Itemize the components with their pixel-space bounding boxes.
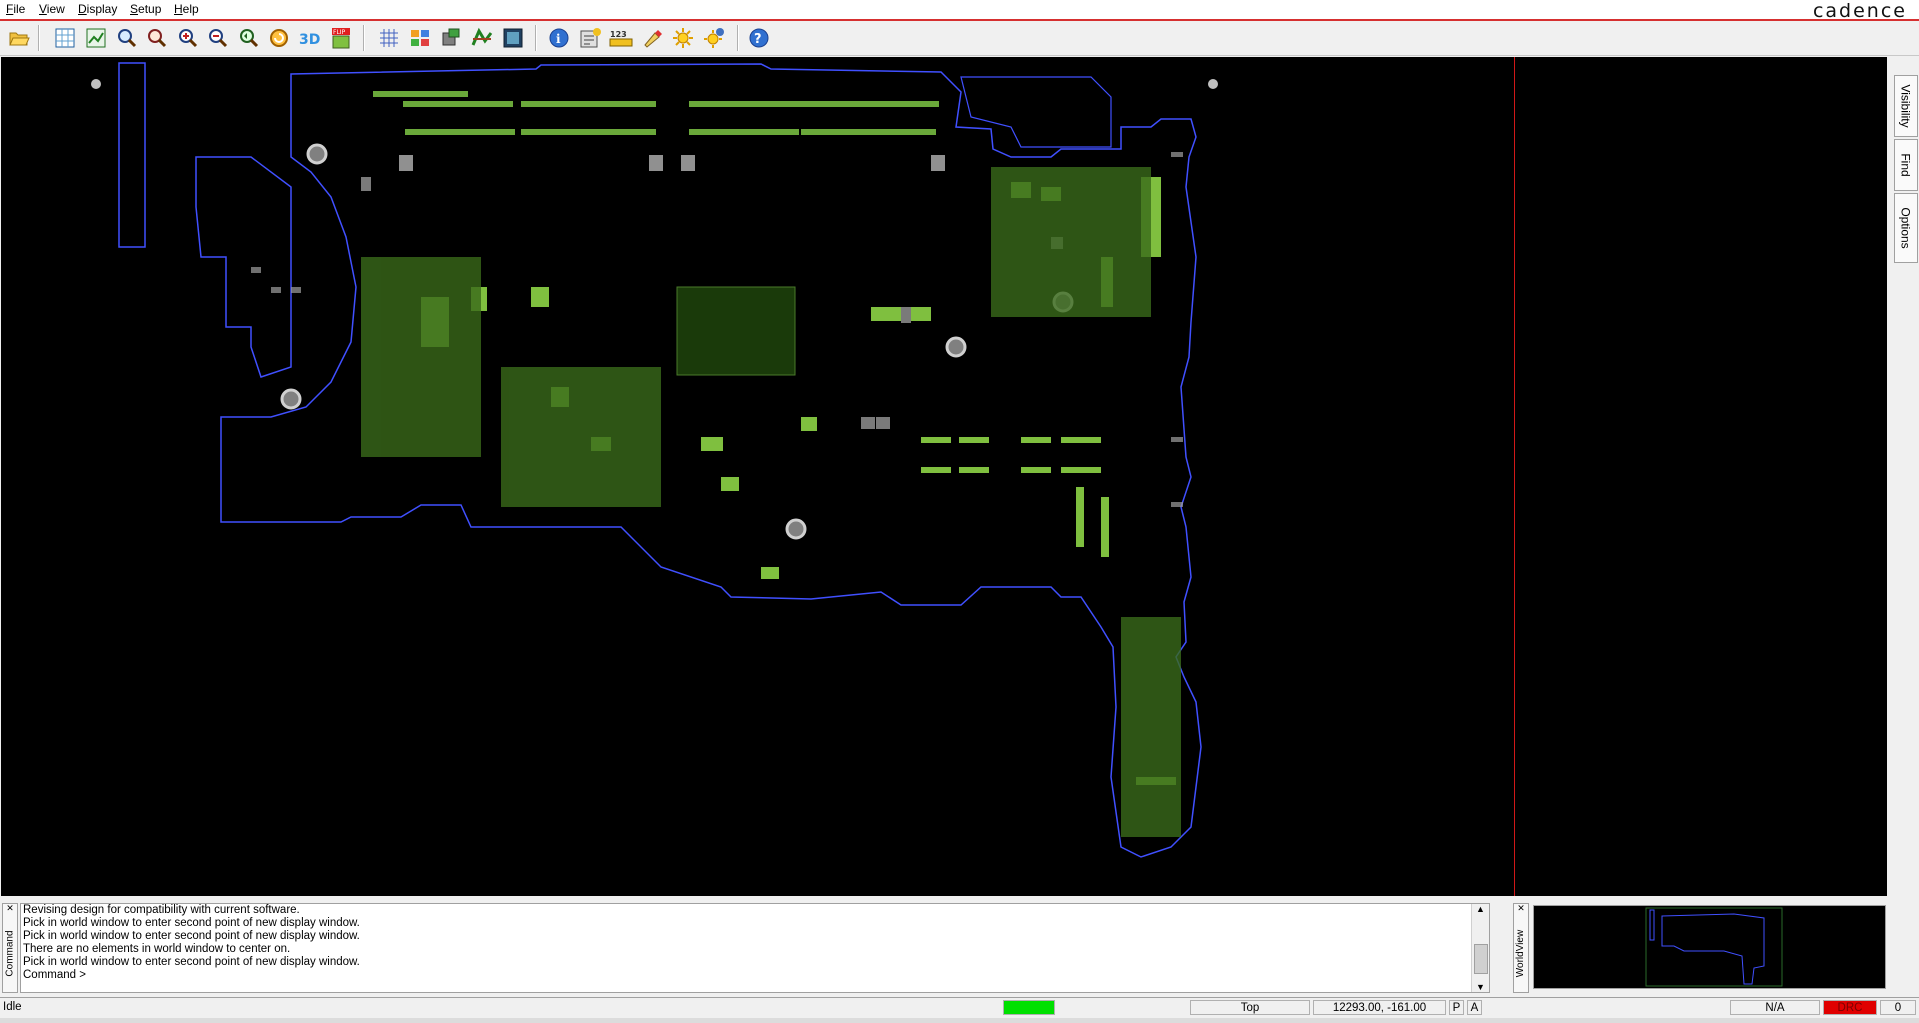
- close-icon[interactable]: ✕: [1514, 904, 1528, 913]
- command-dock-handle[interactable]: ✕ Command: [2, 903, 18, 993]
- status-p-toggle[interactable]: P: [1449, 1000, 1464, 1015]
- zoom-previous-icon[interactable]: [236, 25, 262, 51]
- info-icon[interactable]: i: [546, 25, 572, 51]
- cadence-logo: cadence: [1812, 0, 1907, 22]
- design-canvas[interactable]: [1, 57, 1887, 896]
- status-bar: Idle Top 12293.00, -161.00 P A N/A DRC 0: [0, 997, 1919, 1018]
- nets-icon[interactable]: [469, 25, 495, 51]
- svg-text:FLIP: FLIP: [333, 29, 346, 36]
- status-layer: Top: [1190, 1000, 1310, 1015]
- side-panel-tabs: Visibility Find Options: [1890, 57, 1919, 896]
- menu-view[interactable]: View: [39, 2, 65, 16]
- status-indicator: [1003, 1000, 1055, 1015]
- layers-icon[interactable]: [407, 25, 433, 51]
- worldview-thumbnail: [1645, 907, 1783, 987]
- command-panel: ✕ Command Revising design for compatibil…: [0, 901, 1510, 994]
- properties-icon[interactable]: [577, 25, 603, 51]
- brightness-icon[interactable]: [670, 25, 696, 51]
- zoom-area-icon[interactable]: [114, 25, 140, 51]
- svg-text:3D: 3D: [299, 32, 320, 48]
- menu-help[interactable]: Help: [174, 2, 199, 16]
- menu-bar: File View Display Setup Help cadence: [0, 0, 1919, 22]
- status-coordinates: 12293.00, -161.00: [1313, 1000, 1446, 1015]
- worldview-dock-handle[interactable]: ✕ WorldView: [1513, 903, 1529, 993]
- pcb-board-view: [91, 57, 1515, 896]
- components-icon[interactable]: [438, 25, 464, 51]
- zoom-in-icon[interactable]: [175, 25, 201, 51]
- tab-visibility[interactable]: Visibility: [1894, 75, 1918, 137]
- status-na: N/A: [1730, 1000, 1820, 1015]
- status-state: Idle: [3, 1001, 22, 1013]
- zoom-out-icon[interactable]: [205, 25, 231, 51]
- zoom-world-icon[interactable]: [83, 25, 109, 51]
- board-outline-strip: [118, 62, 146, 248]
- help-icon[interactable]: ?: [746, 25, 772, 51]
- scroll-up-icon[interactable]: ▲: [1472, 904, 1489, 914]
- highlight-icon[interactable]: [639, 25, 665, 51]
- zoom-fit-icon[interactable]: [52, 25, 78, 51]
- svg-text:?: ?: [754, 32, 762, 47]
- measure-123-icon[interactable]: 123: [608, 25, 634, 51]
- command-scrollbar[interactable]: ▲ ▼: [1471, 904, 1489, 992]
- dehighlight-icon[interactable]: [701, 25, 727, 51]
- view-3d-icon[interactable]: 3D: [297, 25, 323, 51]
- menu-file[interactable]: File: [6, 2, 25, 16]
- toolbar: 3D FLIP i 123 ?: [0, 21, 1919, 56]
- status-count: 0: [1880, 1000, 1916, 1015]
- scroll-down-icon[interactable]: ▼: [1472, 982, 1489, 992]
- cpu-bga: [676, 286, 796, 376]
- command-output[interactable]: Revising design for compatibility with c…: [20, 903, 1490, 993]
- worldview-window[interactable]: [1533, 905, 1886, 989]
- refresh-icon[interactable]: [266, 25, 292, 51]
- board-outline-left-flap: [195, 156, 292, 378]
- close-icon[interactable]: ✕: [3, 904, 17, 913]
- svg-text:i: i: [556, 32, 561, 46]
- menu-setup[interactable]: Setup: [130, 2, 161, 16]
- zoom-in-box-icon[interactable]: [144, 25, 170, 51]
- grid-icon[interactable]: [376, 25, 402, 51]
- open-folder-icon[interactable]: [6, 25, 32, 51]
- status-a-toggle[interactable]: A: [1467, 1000, 1482, 1015]
- menu-display[interactable]: Display: [78, 2, 117, 16]
- status-drc[interactable]: DRC: [1823, 1000, 1877, 1015]
- tab-find[interactable]: Find: [1894, 139, 1918, 191]
- command-prompt[interactable]: Command >: [21, 969, 1489, 982]
- flip-icon[interactable]: FLIP: [328, 25, 354, 51]
- tab-options[interactable]: Options: [1894, 193, 1918, 263]
- board-view-icon[interactable]: [500, 25, 526, 51]
- svg-text:123: 123: [610, 30, 627, 39]
